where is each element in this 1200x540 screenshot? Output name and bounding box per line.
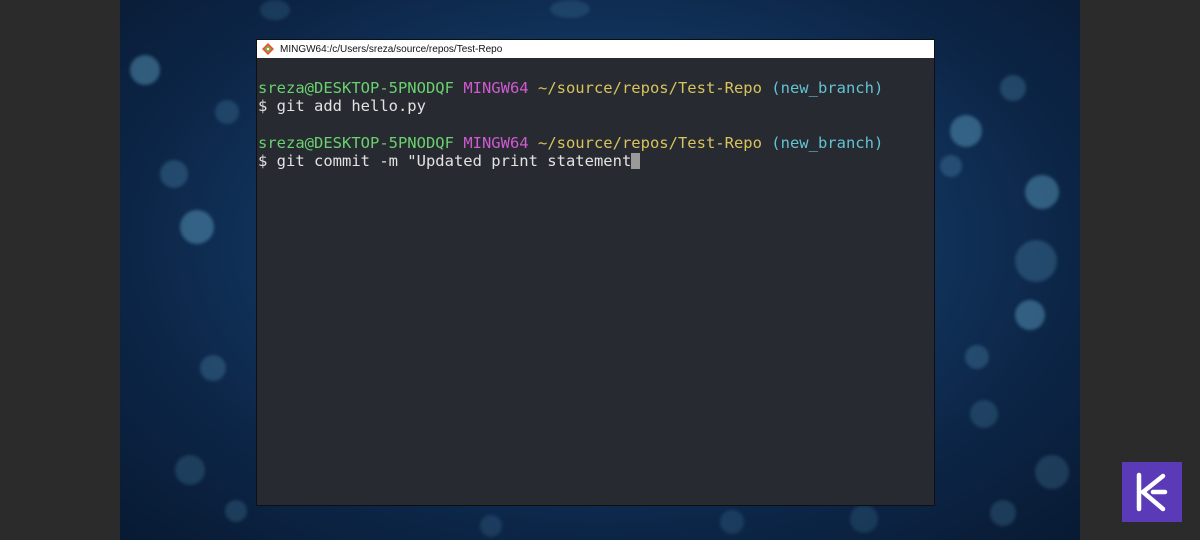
- prompt-line: sreza@DESKTOP-5PNODQF MINGW64 ~/source/r…: [258, 134, 883, 152]
- prompt-env: MINGW64: [463, 134, 529, 152]
- text-cursor: [631, 153, 641, 169]
- terminal-output[interactable]: sreza@DESKTOP-5PNODQF MINGW64 ~/source/r…: [257, 58, 934, 505]
- bokeh-light: [180, 210, 214, 244]
- prompt-branch: (new_branch): [771, 79, 884, 97]
- window-titlebar[interactable]: MINGW64:/c/Users/sreza/source/repos/Test…: [257, 40, 934, 58]
- bokeh-light: [215, 100, 239, 124]
- command-line: $ git add hello.py: [258, 97, 426, 115]
- bokeh-light: [175, 455, 205, 485]
- current-command-line[interactable]: $ git commit -m "Updated print statement: [258, 152, 641, 170]
- bokeh-light: [720, 510, 744, 534]
- k-logo: [1122, 462, 1182, 522]
- bokeh-light: [850, 505, 878, 533]
- bokeh-light: [200, 355, 226, 381]
- bokeh-light: [1015, 300, 1045, 330]
- bokeh-light: [1015, 240, 1057, 282]
- bokeh-light: [965, 345, 989, 369]
- prompt-user-host: sreza@DESKTOP-5PNODQF: [258, 79, 454, 97]
- window-title: MINGW64:/c/Users/sreza/source/repos/Test…: [280, 43, 503, 55]
- prompt-env: MINGW64: [463, 79, 529, 97]
- bokeh-light: [950, 115, 982, 147]
- prompt-branch: (new_branch): [771, 134, 884, 152]
- prompt-user-host: sreza@DESKTOP-5PNODQF: [258, 134, 454, 152]
- bokeh-light: [940, 155, 962, 177]
- bokeh-light: [160, 160, 188, 188]
- bokeh-light: [1035, 455, 1069, 489]
- bokeh-light: [970, 400, 998, 428]
- bokeh-light: [1000, 75, 1026, 101]
- bokeh-light: [550, 0, 590, 18]
- bokeh-light: [1025, 175, 1059, 209]
- terminal-window[interactable]: MINGW64:/c/Users/sreza/source/repos/Test…: [257, 40, 934, 505]
- screen: MINGW64:/c/Users/sreza/source/repos/Test…: [0, 0, 1200, 540]
- bokeh-light: [130, 55, 160, 85]
- bokeh-light: [225, 500, 247, 522]
- k-logo-icon: [1136, 472, 1168, 512]
- git-bash-icon: [262, 43, 274, 55]
- bokeh-light: [990, 500, 1016, 526]
- bokeh-light: [480, 515, 502, 537]
- command-text: $ git commit -m "Updated print statement: [258, 152, 632, 170]
- bokeh-light: [260, 0, 290, 20]
- prompt-line: sreza@DESKTOP-5PNODQF MINGW64 ~/source/r…: [258, 79, 883, 97]
- prompt-path: ~/source/repos/Test-Repo: [537, 134, 762, 152]
- prompt-path: ~/source/repos/Test-Repo: [537, 79, 762, 97]
